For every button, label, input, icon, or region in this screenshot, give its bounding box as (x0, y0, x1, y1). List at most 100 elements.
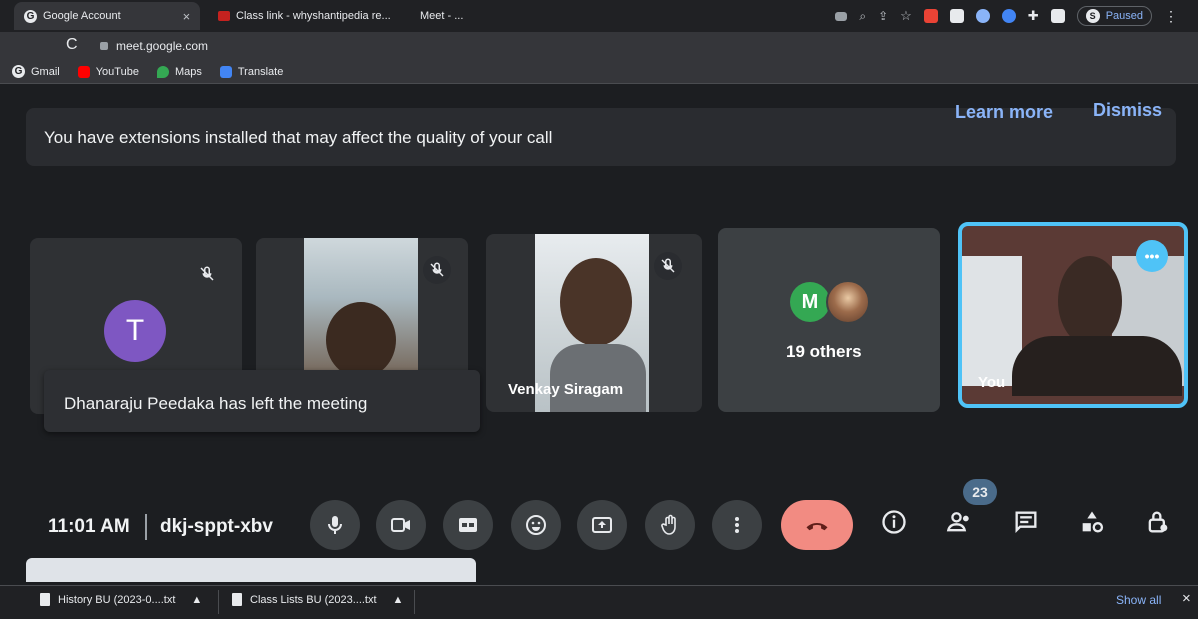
reload-icon[interactable]: C (66, 36, 78, 54)
google-icon: G (12, 65, 25, 78)
chat-icon (1015, 511, 1037, 533)
warning-text: You have extensions installed that may a… (44, 128, 553, 147)
bookmark-label: Maps (174, 65, 202, 78)
bookmark-maps[interactable]: Maps (156, 65, 202, 78)
activities-button[interactable] (1072, 502, 1112, 542)
camera-indicator-icon[interactable] (835, 11, 848, 21)
mic-icon (328, 516, 342, 534)
bookmark-label: Translate (237, 65, 284, 78)
tab-title: Meet - ... (420, 10, 464, 22)
profile-button[interactable]: S Paused (1076, 6, 1152, 26)
chat-button[interactable] (1006, 502, 1046, 542)
more-options-button[interactable]: ••• (1136, 240, 1168, 272)
participant-avatar-photo (826, 280, 870, 324)
mic-button[interactable] (310, 500, 360, 550)
bookmarks-bar: G Gmail YouTube Maps Translate (0, 60, 1198, 84)
emoji-icon (526, 515, 546, 535)
tab-class-link[interactable]: Class link - whyshantipedia re... (218, 2, 391, 30)
participant-avatar: M (790, 282, 830, 322)
profile-status: Paused (1105, 10, 1143, 22)
present-screen-icon (592, 517, 612, 533)
captions-button[interactable] (443, 500, 493, 550)
end-call-icon (806, 522, 828, 531)
close-icon[interactable]: × (1182, 590, 1191, 607)
tab-title: Google Account (43, 10, 121, 22)
divider (414, 590, 415, 614)
translate-icon (219, 65, 232, 78)
divider (218, 590, 219, 614)
bookmark-label: YouTube (95, 65, 139, 78)
extension-icon-4[interactable] (1001, 9, 1016, 23)
participant-face (1058, 256, 1122, 346)
tab-google-account[interactable]: G Google Account × (14, 2, 201, 30)
more-vert-icon (735, 517, 739, 533)
others-count-label: 19 others (786, 342, 862, 361)
bookmark-gmail[interactable]: G Gmail (12, 65, 60, 78)
gmail-tab-icon (218, 11, 230, 21)
file-icon (40, 593, 50, 606)
profile-avatar: S (1085, 9, 1100, 23)
hand-icon (661, 514, 676, 535)
host-controls-button[interactable] (1138, 502, 1178, 542)
activities-shapes-icon (1082, 511, 1104, 533)
url-text: meet.google.com (116, 39, 209, 53)
bookmark-star-icon[interactable]: ☆ (900, 8, 912, 24)
close-tab-icon[interactable]: × (183, 9, 191, 24)
zoom-icon[interactable]: ⌕ (859, 9, 866, 24)
chevron-up-icon[interactable]: ▲ (393, 594, 404, 606)
site-info-icon[interactable] (100, 42, 108, 50)
download-filename: Class Lists BU (2023....txt (250, 593, 377, 606)
maps-icon (156, 65, 169, 78)
participant-shirt (1012, 336, 1182, 396)
file-icon (232, 593, 242, 606)
bookmark-youtube[interactable]: YouTube (77, 65, 139, 78)
sidepanel-icon[interactable] (1050, 9, 1065, 23)
share-icon[interactable]: ⇪ (878, 9, 888, 23)
camera-icon (391, 518, 410, 532)
leave-call-button[interactable] (781, 500, 853, 550)
more-options-button[interactable] (712, 500, 762, 550)
participant-avatar: T (104, 300, 166, 362)
people-button[interactable] (940, 502, 980, 542)
others-tile[interactable] (718, 228, 940, 412)
lock-person-icon (1148, 511, 1168, 533)
self-label: You (978, 374, 1006, 391)
mic-off-icon (654, 252, 682, 280)
mic-off-icon (193, 260, 221, 288)
tab-meet[interactable]: Meet - ... (420, 2, 463, 30)
download-item[interactable]: History BU (2023-0....txt ▲ (40, 593, 202, 606)
meeting-time: 11:01 AM (48, 516, 130, 537)
google-icon: G (24, 9, 37, 23)
extension-icon-1[interactable] (923, 9, 938, 23)
info-icon (882, 510, 906, 534)
participant-face (326, 302, 396, 378)
learn-more-link[interactable]: Learn more (955, 102, 1053, 123)
puzzle-icon[interactable]: ✚ (1028, 8, 1039, 24)
extension-icon-3[interactable] (975, 9, 990, 23)
toast-text: Dhanaraju Peedaka has left the meeting (64, 394, 368, 413)
bookmark-translate[interactable]: Translate (219, 65, 284, 78)
youtube-icon (77, 65, 90, 78)
mic-off-icon (423, 256, 451, 284)
participant-name: Venkay Siragam (508, 381, 624, 398)
divider (145, 514, 147, 540)
address-bar[interactable]: meet.google.com (94, 36, 208, 56)
reactions-button[interactable] (511, 500, 561, 550)
meeting-info-button[interactable] (874, 502, 914, 542)
chevron-up-icon[interactable]: ▲ (191, 594, 202, 606)
people-icon (946, 512, 969, 532)
show-all-downloads-link[interactable]: Show all (1116, 593, 1161, 607)
tab-title: Class link - whyshantipedia re... (236, 10, 391, 22)
extension-icon-2[interactable] (949, 9, 964, 23)
download-item[interactable]: Class Lists BU (2023....txt ▲ (232, 593, 403, 606)
participant-face (560, 258, 632, 346)
camera-button[interactable] (376, 500, 426, 550)
menu-kebab-icon[interactable]: ⋮ (1164, 8, 1178, 25)
present-button[interactable] (577, 500, 627, 550)
dismiss-button[interactable]: Dismiss (1093, 100, 1162, 121)
captions-icon (459, 518, 477, 532)
participant-shirt (550, 344, 646, 412)
raise-hand-button[interactable] (645, 500, 695, 550)
meeting-code: dkj-sppt-xbv (160, 516, 273, 537)
extensions-toolbar: ⌕ ⇪ ☆ ✚ S Paused ⋮ (835, 6, 1178, 26)
